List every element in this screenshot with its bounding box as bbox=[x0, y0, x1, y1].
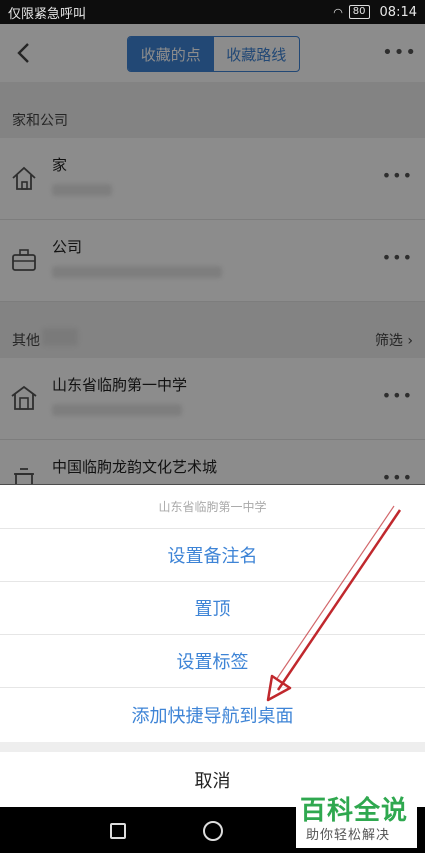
status-bar: 仅限紧急呼叫 ◠ 80 08:14 bbox=[0, 0, 425, 24]
status-icons: ◠ 80 08:14 bbox=[333, 5, 417, 20]
add-shortcut-to-desktop-button[interactable]: 添加快捷导航到桌面 bbox=[0, 688, 425, 741]
clock: 08:14 bbox=[379, 4, 417, 20]
carrier-text: 仅限紧急呼叫 bbox=[8, 6, 87, 22]
wifi-icon: ◠ bbox=[333, 5, 343, 19]
action-sheet-title: 山东省临朐第一中学 bbox=[0, 485, 425, 529]
watermark-logo: 百科全说 助你轻松解决 bbox=[296, 790, 417, 848]
watermark-subtitle: 助你轻松解决 bbox=[306, 828, 391, 843]
action-sheet: 山东省临朐第一中学 设置备注名 置顶 设置标签 添加快捷导航到桌面 取消 bbox=[0, 485, 425, 807]
sheet-divider bbox=[0, 742, 425, 752]
set-tag-button[interactable]: 设置标签 bbox=[0, 635, 425, 688]
watermark-title: 百科全说 bbox=[300, 796, 409, 826]
modal-overlay[interactable] bbox=[0, 24, 425, 486]
set-remark-name-button[interactable]: 设置备注名 bbox=[0, 529, 425, 582]
pin-to-top-button[interactable]: 置顶 bbox=[0, 582, 425, 635]
home-button-icon[interactable] bbox=[203, 821, 223, 841]
recents-icon[interactable] bbox=[110, 823, 126, 839]
battery-icon: 80 bbox=[348, 5, 370, 19]
